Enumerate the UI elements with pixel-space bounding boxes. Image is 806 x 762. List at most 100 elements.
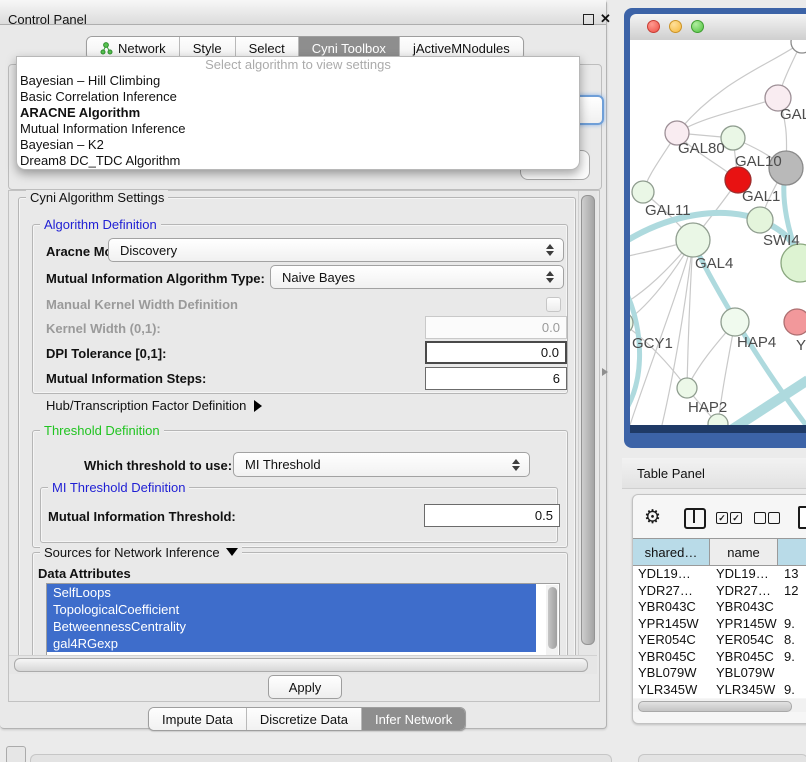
network-node[interactable]: [781, 244, 806, 282]
float-window-icon[interactable]: [583, 14, 594, 25]
column-header[interactable]: shared…: [633, 539, 710, 565]
table-cell: 9.: [778, 616, 806, 633]
mi-type-label: Mutual Information Algorithm Type:: [46, 271, 265, 286]
kernel-width-value: 0.0: [542, 320, 560, 335]
zoom-traffic-light[interactable]: [691, 20, 704, 33]
which-threshold-label: Which threshold to use:: [84, 458, 232, 473]
network-node[interactable]: [791, 40, 806, 53]
dropdown-item[interactable]: Dream8 DC_TDC Algorithm: [17, 153, 579, 169]
attributes-scrollbar[interactable]: [546, 585, 558, 656]
network-node-label: GAL4: [695, 255, 733, 272]
table-row[interactable]: YBL079WYBL079W: [633, 665, 806, 682]
table-cell: [778, 599, 806, 616]
network-node-hap4[interactable]: [721, 308, 749, 336]
network-node-label: SWI4: [763, 232, 800, 249]
table-row[interactable]: YBR045CYBR045C9.: [633, 649, 806, 666]
splitter-arrow-icon[interactable]: [602, 368, 608, 376]
settings-horizontal-scroll-thumb[interactable]: [14, 658, 588, 672]
table-row[interactable]: YDL19…YDL19…13: [633, 566, 806, 583]
network-node-gal11[interactable]: [632, 181, 654, 203]
table-row[interactable]: YDR27…YDR27…12: [633, 583, 806, 600]
bottom-panel-edge-right: [638, 754, 806, 762]
mi-steps-label: Mutual Information Steps:: [46, 371, 206, 386]
stepper-icon: [546, 244, 554, 256]
mi-steps-field[interactable]: 6: [425, 367, 567, 390]
aracne-mode-combobox[interactable]: Discovery: [108, 238, 564, 262]
deselect-all-checkbox-icon[interactable]: [754, 512, 766, 524]
dropdown-item[interactable]: Basic Correlation Inference: [17, 89, 579, 105]
network-graph-icon: [100, 42, 113, 55]
dropdown-item[interactable]: ARACNE Algorithm: [17, 105, 579, 121]
select-all-checkbox-icon[interactable]: ✓: [716, 512, 728, 524]
apply-button[interactable]: Apply: [268, 675, 342, 699]
network-window-bottom-edge: [630, 425, 806, 433]
attribute-list-item[interactable]: SelfLoops: [47, 584, 536, 601]
which-threshold-value: MI Threshold: [245, 457, 321, 472]
mi-threshold-label: Mutual Information Threshold:: [48, 509, 236, 524]
hub-definition-label: Hub/Transcription Factor Definition: [46, 398, 246, 413]
table-horizontal-scroll-thumb[interactable]: [638, 701, 792, 712]
table-row[interactable]: YBR043CYBR043C: [633, 599, 806, 616]
network-edge-highlight[interactable]: [728, 380, 806, 425]
bottom-tab-infer-network[interactable]: Infer Network: [362, 708, 465, 730]
network-canvas[interactable]: GALGAL80GAL10GAL1GAL11SWI4GAL4GCY1HAP4YH…: [630, 40, 806, 425]
network-node-label: GAL1: [742, 188, 780, 205]
network-node-label: GAL11: [645, 202, 691, 219]
network-node-gal4[interactable]: [676, 223, 710, 257]
dpi-tolerance-field[interactable]: 0.0: [425, 341, 567, 364]
hub-definition-expander[interactable]: Hub/Transcription Factor Definition: [46, 398, 262, 413]
network-node-swi4[interactable]: [747, 207, 773, 233]
dropdown-item[interactable]: Bayesian – Hill Climbing: [17, 73, 579, 89]
data-attributes-label: Data Attributes: [38, 566, 131, 581]
network-node-y[interactable]: [784, 309, 806, 335]
attribute-list-item[interactable]: BetweennessCentrality: [47, 618, 536, 635]
table-row[interactable]: YLR345WYLR345W9.: [633, 682, 806, 699]
network-node-hap2[interactable]: [677, 378, 697, 398]
minimize-traffic-light[interactable]: [669, 20, 682, 33]
mi-threshold-field[interactable]: 0.5: [424, 504, 560, 527]
bottom-tab-discretize-data[interactable]: Discretize Data: [247, 708, 362, 730]
table-cell: YLR345W: [710, 682, 778, 699]
mi-type-combobox[interactable]: Naive Bayes: [270, 265, 564, 289]
dropdown-item[interactable]: Bayesian – K2: [17, 137, 579, 153]
attribute-list-item[interactable]: TopologicalCoefficient: [47, 601, 536, 618]
close-icon[interactable]: ✕: [600, 11, 611, 27]
table-row[interactable]: YER054CYER054C8.: [633, 632, 806, 649]
table-cell: 8.: [778, 632, 806, 649]
network-window-titlebar[interactable]: [630, 14, 806, 41]
table-cell: YBR043C: [710, 599, 778, 616]
dropdown-item[interactable]: Mutual Information Inference: [17, 121, 579, 137]
export-table-icon[interactable]: [798, 506, 806, 529]
table-row[interactable]: YPR145WYPR145W9.: [633, 616, 806, 633]
select-all-checkbox-icon[interactable]: ✓: [730, 512, 742, 524]
tab-label: Impute Data: [162, 712, 233, 727]
which-threshold-combobox[interactable]: MI Threshold: [233, 452, 530, 477]
manual-kernel-checkbox[interactable]: [546, 297, 561, 312]
kernel-width-field[interactable]: 0.0: [425, 316, 567, 339]
table-cell: YDL19…: [710, 566, 778, 583]
column-header[interactable]: [778, 539, 806, 565]
attribute-list-item[interactable]: gal4RGexp: [47, 635, 536, 652]
deselect-all-checkbox-icon[interactable]: [768, 512, 780, 524]
bottom-left-button[interactable]: [6, 746, 26, 762]
gear-icon[interactable]: ⚙: [644, 508, 661, 527]
table-cell: YBR045C: [710, 649, 778, 666]
node-table[interactable]: shared…nameYDL19…YDL19…13YDR27…YDR27…12Y…: [633, 538, 806, 698]
control-panel-title: Control Panel: [8, 12, 87, 27]
aracne-mode-value: Discovery: [120, 243, 177, 258]
algorithm-dropdown-list: Select algorithm to view settings Bayesi…: [16, 56, 580, 170]
dropdown-placeholder: Select algorithm to view settings: [17, 57, 579, 73]
tab-label: Cyni Toolbox: [312, 41, 386, 56]
data-attributes-list[interactable]: SelfLoopsTopologicalCoefficientBetweenne…: [46, 583, 560, 658]
bottom-tab-impute-data[interactable]: Impute Data: [149, 708, 247, 730]
close-traffic-light[interactable]: [647, 20, 660, 33]
settings-vertical-scroll-thumb[interactable]: [581, 195, 595, 645]
stepper-icon: [546, 271, 554, 283]
cyni-toolbox-bottom-tabbar: Impute Data Discretize Data Infer Network: [148, 707, 466, 731]
algorithm-definition-label: Algorithm Definition: [40, 217, 161, 232]
columns-icon[interactable]: [684, 508, 706, 529]
tab-label: Discretize Data: [260, 712, 348, 727]
table-cell: 12: [778, 583, 806, 600]
table-cell: YPR145W: [633, 616, 710, 633]
column-header[interactable]: name: [710, 539, 778, 565]
